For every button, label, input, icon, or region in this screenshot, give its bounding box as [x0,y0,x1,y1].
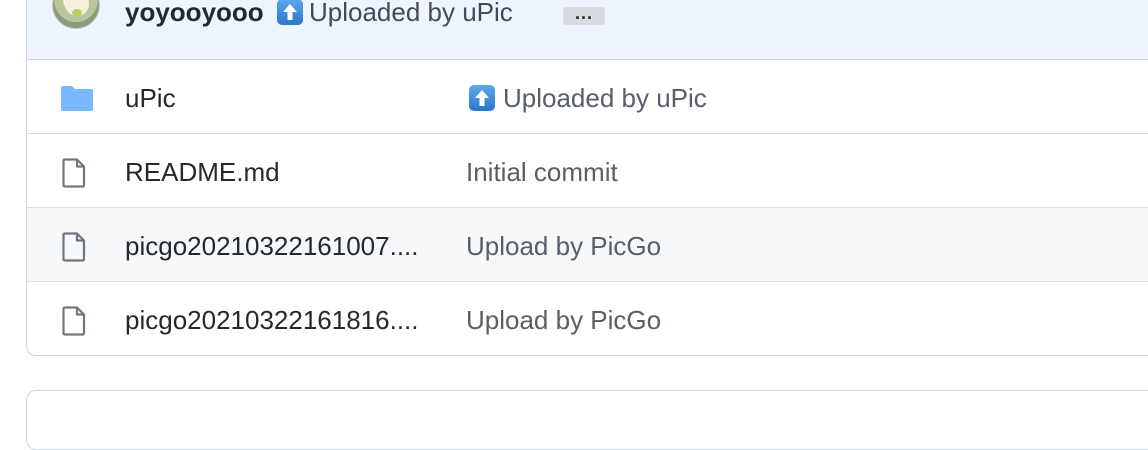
file-row[interactable]: picgo20210322161816.... Upload by PicGo [27,282,1148,355]
file-row[interactable]: README.md Initial commit [27,134,1148,208]
latest-commit-bar: yoyooyooo Uploaded by uPic ... [27,0,1148,60]
file-browser: yoyooyooo Uploaded by uPic ... uPic Uplo… [26,0,1148,356]
commit-message-link[interactable]: Uploaded by uPic [277,0,513,28]
file-name-link[interactable]: README.md [125,157,449,188]
file-icon [60,306,88,341]
avatar[interactable] [52,0,100,29]
readme-box [26,390,1148,450]
file-name-link[interactable]: uPic [125,83,449,114]
file-commit-message-link[interactable]: Uploaded by uPic [469,83,707,114]
commit-message-text: Uploaded by uPic [309,0,513,27]
file-commit-message-link[interactable]: Initial commit [466,157,618,188]
file-row[interactable]: picgo20210322161007.... Upload by PicGo [27,208,1148,282]
file-commit-message-link[interactable]: Upload by PicGo [466,231,661,262]
commit-author-link[interactable]: yoyooyooo [125,0,264,28]
file-commit-message-text: Uploaded by uPic [503,83,707,113]
arrow-up-emoji-icon [277,0,303,25]
file-name-link[interactable]: picgo20210322161007.... [125,231,449,262]
file-icon [60,158,88,193]
expand-commit-button[interactable]: ... [563,4,605,25]
folder-icon [60,84,94,117]
file-commit-message-link[interactable]: Upload by PicGo [466,305,661,336]
file-row[interactable]: uPic Uploaded by uPic [27,60,1148,134]
arrow-up-emoji-icon [469,85,495,111]
file-name-link[interactable]: picgo20210322161816.... [125,305,449,336]
file-icon [60,232,88,267]
